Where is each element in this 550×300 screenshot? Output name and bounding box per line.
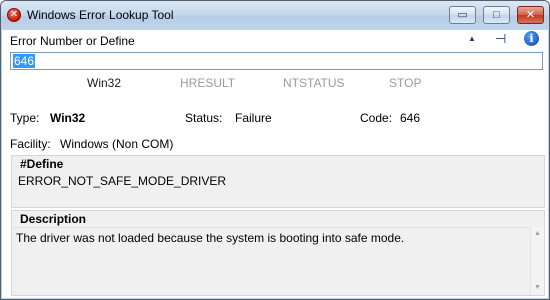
- pin-icon[interactable]: ⊣: [495, 31, 506, 47]
- error-number-label: Error Number or Define: [10, 34, 135, 48]
- scroll-up-icon[interactable]: ▲: [531, 227, 544, 241]
- tab-stop[interactable]: STOP: [389, 76, 421, 90]
- scroll-down-icon[interactable]: ▼: [531, 281, 544, 295]
- type-label: Type:: [10, 111, 40, 125]
- facility-label: Facility:: [10, 137, 51, 151]
- app-window: ✕ Windows Error Lookup Tool ▭ □ ✕ Error …: [0, 0, 550, 300]
- minimize-icon: ▭: [457, 9, 468, 21]
- define-panel: #Define ERROR_NOT_SAFE_MODE_DRIVER: [11, 155, 545, 208]
- collapse-up-icon[interactable]: ▲: [468, 34, 476, 43]
- maximize-button[interactable]: □: [483, 6, 510, 24]
- close-icon: ✕: [525, 9, 536, 21]
- tab-hresult[interactable]: HRESULT: [180, 76, 235, 90]
- status-label: Status:: [185, 111, 223, 125]
- type-value: Win32: [50, 111, 86, 125]
- description-text[interactable]: The driver was not loaded because the sy…: [12, 227, 530, 295]
- title-bar[interactable]: ✕ Windows Error Lookup Tool ▭ □ ✕: [1, 1, 549, 30]
- description-heading: Description: [12, 211, 544, 227]
- tab-ntstatus[interactable]: NTSTATUS: [283, 76, 345, 90]
- code-label: Code:: [360, 111, 393, 125]
- status-value: Failure: [235, 111, 272, 125]
- description-panel: Description The driver was not loaded be…: [11, 210, 545, 296]
- code-value: 646: [400, 111, 421, 125]
- define-value[interactable]: ERROR_NOT_SAFE_MODE_DRIVER: [12, 172, 544, 207]
- facility-value: Windows (Non COM): [60, 137, 174, 151]
- minimize-button[interactable]: ▭: [449, 6, 476, 24]
- info-icon[interactable]: i: [524, 31, 539, 46]
- error-number-input[interactable]: 646: [10, 52, 543, 70]
- client-area: Error Number or Define ▲ ⊣ i 646 Win32 H…: [2, 30, 548, 298]
- maximize-icon: □: [493, 9, 500, 21]
- window-title: Windows Error Lookup Tool: [27, 8, 174, 22]
- error-type-tabs: Win32 HRESULT NTSTATUS STOP: [2, 76, 548, 92]
- error-number-value[interactable]: 646: [13, 54, 36, 68]
- define-heading: #Define: [12, 156, 544, 172]
- description-scrollbar[interactable]: ▲ ▼: [530, 227, 544, 295]
- close-button[interactable]: ✕: [517, 6, 544, 24]
- error-app-icon: ✕: [7, 8, 21, 22]
- tab-win32[interactable]: Win32: [87, 76, 121, 90]
